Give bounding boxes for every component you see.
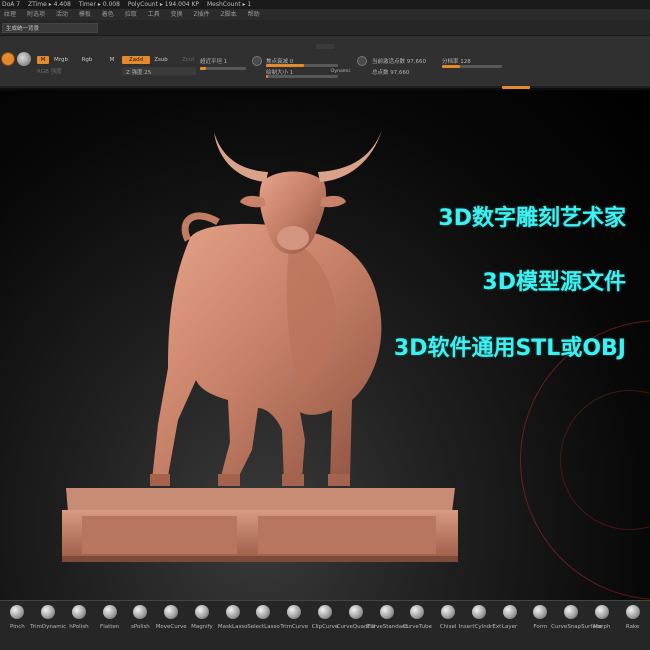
layer-brush-icon: [502, 605, 517, 619]
menu-item[interactable]: 工具: [148, 11, 160, 18]
m2-toggle[interactable]: M: [107, 56, 117, 64]
zadd-toggle[interactable]: Zadd: [122, 56, 150, 64]
bull-hoof: [218, 474, 240, 486]
smooth-label: 超近平坦 1: [200, 57, 227, 65]
brush-palette: Pinch TrimDynamic hPolish Flatten sPolish Mov…: [0, 600, 650, 650]
movecurve-brush-icon: [164, 605, 179, 619]
orange-indicator: [502, 86, 530, 89]
zcut-label: Zcut: [182, 57, 195, 63]
insertcylinder-brush-icon: [471, 605, 486, 619]
zsub-toggle[interactable]: Zsub: [152, 56, 170, 64]
menu-item[interactable]: Z脚本: [221, 11, 237, 18]
pinch-brush-icon: [10, 605, 25, 619]
base-foot: [62, 556, 458, 562]
active-points-name: 当前激活点数: [372, 59, 406, 65]
z-intensity-value: 25: [144, 70, 152, 76]
bull-body: [152, 223, 382, 482]
z-intensity-name: Z 强度: [126, 70, 143, 76]
points-icon: [357, 56, 367, 66]
smooth-slider[interactable]: [200, 67, 246, 70]
timer-readout: Timer ▸ 0.008: [78, 1, 120, 8]
menu-item[interactable]: Z插件: [194, 11, 210, 18]
bull-ear-left: [240, 195, 266, 208]
promo-line-source: 3D模型源文件: [482, 270, 626, 295]
base-panel-right: [258, 516, 436, 554]
menu-item[interactable]: 附选项: [27, 11, 45, 18]
trimcurve-brush-icon: [287, 605, 302, 619]
rake-brush-icon: [625, 605, 640, 619]
status-bar: DoA 7 ZTime ▸ 4.408 Timer ▸ 0.008 PolyCo…: [0, 0, 650, 9]
menu-bar: 纹理 附选项 活动 模板 着色 拉取 工具 变换 Z插件 Z脚本 帮助: [0, 9, 650, 20]
curvetube-brush-icon: [410, 605, 425, 619]
masklasso-brush-icon: [225, 605, 240, 619]
meshcount-readout: MeshCount ▸ 1: [206, 1, 252, 8]
sdiv-slider[interactable]: [442, 65, 502, 68]
bull-horn-left: [214, 132, 268, 182]
brush-rake[interactable]: Rake: [613, 605, 650, 630]
active-points-value: 97,660: [406, 59, 427, 65]
rgb-intensity-label: RGB 强度: [37, 69, 62, 75]
bull-hoof: [328, 474, 350, 486]
bull-muzzle: [277, 226, 309, 250]
spolish-brush-icon: [133, 605, 148, 619]
app-version: DoA 7: [2, 1, 21, 8]
quicksave-button[interactable]: 生成统一背景: [2, 23, 98, 33]
brush-label: Rake: [625, 624, 640, 630]
menu-item[interactable]: 着色: [102, 11, 114, 18]
ztime-readout: ZTime ▸ 4.408: [28, 1, 71, 8]
canvas-viewport[interactable]: 3D数字雕刻艺术家 3D模型源文件 3D软件通用STL或OBJ: [0, 90, 650, 600]
base-panel-left: [82, 516, 237, 554]
bull-hoof: [282, 474, 304, 486]
draw-size-slider[interactable]: [266, 75, 338, 78]
focal-slider[interactable]: [266, 64, 338, 67]
focal-shift-icon[interactable]: [252, 56, 262, 66]
magnify-brush-icon: [194, 605, 209, 619]
morph-brush-icon: [594, 605, 609, 619]
palette-toggle-arrow[interactable]: [316, 44, 334, 49]
bull-ear-right: [320, 195, 346, 208]
zbrush-window: DoA 7 ZTime ▸ 4.408 Timer ▸ 0.008 PolyCo…: [0, 0, 650, 650]
smooth-value: 1: [223, 59, 228, 65]
menu-item[interactable]: 帮助: [248, 11, 260, 18]
menu-item[interactable]: 变换: [171, 11, 183, 18]
sdiv-label: 分档率 128: [442, 57, 471, 65]
menu-item[interactable]: 拉取: [125, 11, 137, 18]
flatten-brush-icon: [102, 605, 117, 619]
rgb-toggle[interactable]: Rgb: [79, 56, 95, 64]
chisel-brush-icon: [441, 605, 456, 619]
menu-item[interactable]: 模板: [79, 11, 91, 18]
menu-item[interactable]: 活动: [56, 11, 68, 18]
curvequadfill-brush-icon: [348, 605, 363, 619]
clipcurve-brush-icon: [318, 605, 332, 619]
smooth-name: 超近平坦: [200, 59, 223, 65]
trimdynamic-brush-icon: [41, 605, 56, 619]
bull-horn-right: [318, 130, 382, 182]
curvesnap-brush-icon: [564, 605, 579, 619]
dynamic-label[interactable]: Dynamic: [331, 69, 351, 74]
stroke-icon[interactable]: [17, 52, 31, 66]
promo-line-formats: 3D软件通用STL或OBJ: [393, 336, 626, 361]
total-points-value: 97,660: [390, 70, 410, 76]
mrgb-toggle[interactable]: Mrgb: [51, 56, 71, 64]
curvestandard-brush-icon: [379, 605, 394, 619]
hpolish-brush-icon: [71, 605, 86, 619]
selectlasso-brush-icon: [256, 605, 271, 619]
total-points-label: 总点数 97,660: [372, 68, 410, 76]
menu-item[interactable]: 纹理: [4, 11, 16, 18]
promo-line-artist: 3D数字雕刻艺术家: [438, 206, 626, 231]
current-brush-icon[interactable]: [1, 52, 15, 66]
z-intensity-label: Z 强度 25: [126, 68, 151, 76]
active-points-label: 当前激活点数 97,660: [372, 57, 426, 65]
m-toggle[interactable]: M: [37, 56, 49, 64]
total-points-name: 总点数: [372, 70, 389, 76]
form-brush-icon: [533, 605, 548, 619]
polycount-readout: PolyCount ▸ 194.004 KP: [127, 1, 200, 8]
sub-toolbar: 生成统一背景: [0, 20, 650, 36]
bull-hoof: [150, 474, 170, 486]
base-top: [66, 488, 455, 512]
